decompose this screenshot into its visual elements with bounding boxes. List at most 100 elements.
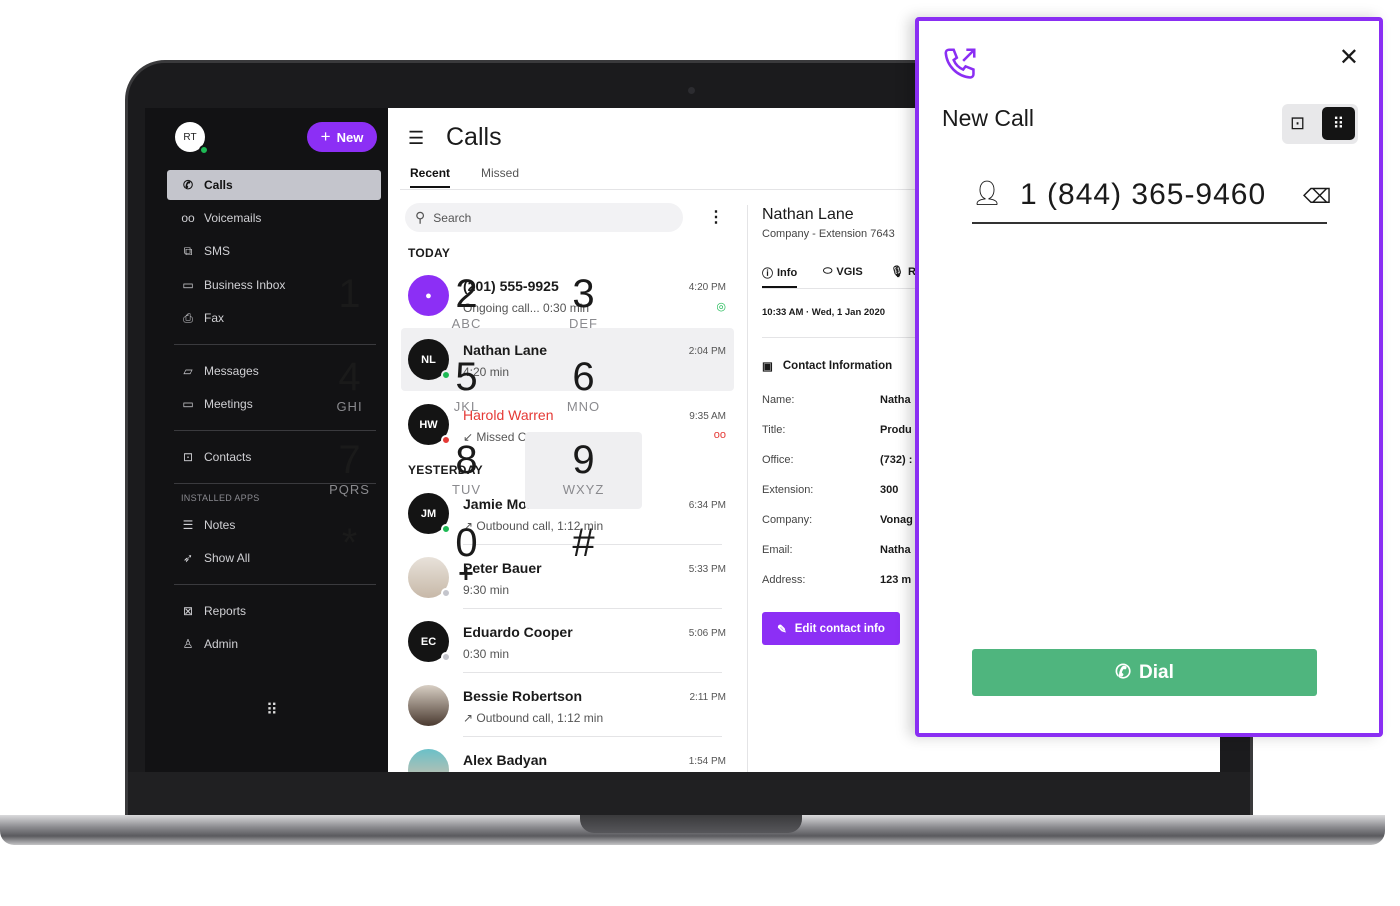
voicemail-icon: oo: [181, 211, 195, 225]
info-icon: ⓘ: [762, 268, 773, 280]
call-time: 4:20 PM: [688, 282, 726, 293]
more-options-icon[interactable]: ⋮: [708, 207, 724, 227]
field-value: Natha: [880, 394, 911, 406]
call-sub: 0:30 min: [463, 647, 510, 661]
call-row[interactable]: Bessie Robertson ↗ Outbound call, 1:12 m…: [401, 674, 734, 737]
ongoing-call-icon: ◎: [716, 301, 726, 313]
menu-icon[interactable]: ☰: [408, 128, 424, 149]
key-hash[interactable]: #: [525, 515, 642, 592]
user-avatar[interactable]: RT: [175, 122, 209, 155]
call-time: 6:34 PM: [688, 500, 726, 511]
tab-info[interactable]: ⓘ Info: [762, 265, 798, 288]
chat-icon: ▱: [183, 364, 193, 378]
divider: [463, 672, 722, 673]
call-name: Eduardo Cooper: [463, 624, 573, 640]
presence-offline: [441, 652, 451, 662]
avatar-photo: [408, 749, 449, 772]
new-button[interactable]: + New: [307, 122, 377, 152]
nav-label: Calls: [204, 178, 233, 192]
divider: [463, 736, 722, 737]
backspace-icon[interactable]: ⌫: [1303, 184, 1331, 209]
search-input[interactable]: ⚲ Search: [405, 203, 683, 232]
call-time: 2:04 PM: [688, 346, 726, 357]
field-label: Address:: [762, 574, 806, 586]
phone-number-input[interactable]: 1 (844) 365-9460: [1020, 178, 1266, 212]
field-value: Natha: [880, 544, 911, 556]
sidebar-item-voicemails[interactable]: oo Voicemails: [167, 203, 381, 233]
key-4[interactable]: 4 GHI: [291, 349, 408, 426]
nav-label: Show All: [204, 551, 251, 565]
dialog-title: New Call: [942, 105, 1035, 131]
sidebar-item-sms[interactable]: ⧉ SMS: [167, 236, 381, 266]
keypad-mode-icon[interactable]: ⠿: [1322, 107, 1355, 140]
sidebar-item-reports[interactable]: ⊠ Reports: [167, 596, 381, 626]
call-row[interactable]: EC Eduardo Cooper 0:30 min 5:06 PM: [401, 610, 734, 673]
sms-icon: ⧉: [183, 243, 193, 258]
call-row[interactable]: Alex Badyan 1:54 PM: [401, 738, 734, 772]
sidebar-item-calls[interactable]: ✆ Calls: [167, 170, 381, 200]
mode-toggle: ⊡ ⠿: [1282, 104, 1358, 144]
close-icon[interactable]: ✕: [1339, 43, 1359, 72]
add-contact-icon[interactable]: 👤︎: [972, 179, 1002, 208]
divider: [762, 337, 922, 338]
edit-contact-button[interactable]: ✎ Edit contact info: [762, 612, 900, 645]
inbox-icon: ▭: [182, 278, 194, 292]
key-digit: 2: [455, 272, 478, 316]
installed-apps-label: INSTALLED APPS: [181, 493, 260, 503]
phone-icon: ✆: [182, 178, 194, 192]
phone-icon: ✆: [1115, 662, 1132, 683]
key-3[interactable]: 3 DEF: [525, 266, 642, 343]
avatar-initials: RT: [183, 131, 197, 143]
search-placeholder: Search: [433, 210, 472, 225]
nav-label: Notes: [204, 518, 236, 532]
admin-icon: ♙: [182, 637, 194, 651]
key-2[interactable]: 2 ABC: [408, 266, 525, 343]
key-digit: *: [341, 521, 358, 565]
tab-missed[interactable]: Missed: [481, 166, 519, 180]
divider: [463, 608, 722, 609]
key-digit: 3: [572, 272, 595, 316]
key-0[interactable]: 0 +: [408, 515, 525, 592]
contacts-mode-icon[interactable]: ⊡: [1290, 113, 1305, 134]
nav-label: Voicemails: [204, 211, 262, 225]
key-star[interactable]: *: [291, 515, 408, 592]
key-letters: ABC: [451, 316, 482, 331]
printer-icon: ⎙: [183, 310, 193, 325]
key-letters: TUV: [452, 482, 481, 497]
key-1[interactable]: 1: [291, 266, 408, 343]
key-digit: 6: [572, 355, 595, 399]
outgoing-call-icon: [944, 48, 976, 79]
contact-card-icon: ⊡: [182, 450, 194, 464]
field-label: Company:: [762, 514, 813, 526]
dialpad-grid-icon[interactable]: ⠿: [266, 700, 278, 720]
dial-button[interactable]: ✆ Dial: [972, 649, 1317, 696]
key-8[interactable]: 8 TUV: [408, 432, 525, 509]
tab-recent[interactable]: Recent: [410, 166, 451, 188]
key-6[interactable]: 6 MNO: [525, 349, 642, 426]
call-time: 2:11 PM: [689, 692, 727, 703]
call-time: 1:54 PM: [688, 756, 726, 767]
notes-icon: ☰: [182, 518, 194, 532]
new-label: New: [336, 129, 364, 145]
call-time: 5:06 PM: [688, 628, 726, 639]
screen-bezel: [128, 772, 1250, 816]
vgis-icon: ⬭: [823, 265, 833, 277]
contact-card-icon: ▣: [762, 361, 773, 373]
call-sub: Outbound call, 1:12 min: [476, 711, 604, 725]
tab-vgis[interactable]: ⬭ VGIS: [823, 265, 863, 278]
divider: [747, 205, 748, 772]
field-value: (732) :: [880, 454, 913, 466]
field-value: 300: [880, 484, 899, 496]
key-7[interactable]: 7 PQRS: [291, 432, 408, 509]
key-5[interactable]: 5 JKL: [408, 349, 525, 426]
nav-label: Reports: [204, 604, 247, 618]
field-value: 123 m: [880, 574, 912, 586]
call-date: 10:33 AM · Wed, 1 Jan 2020: [762, 307, 886, 318]
sidebar-item-admin[interactable]: ♙ Admin: [167, 629, 381, 659]
tab-recording[interactable]: 🎙︎ R: [890, 265, 916, 279]
key-9[interactable]: 9 WXYZ: [525, 432, 642, 509]
nav-label: Contacts: [204, 450, 252, 464]
key-digit: 4: [338, 355, 361, 399]
key-digit: 8: [455, 438, 478, 482]
camera: [688, 87, 695, 94]
